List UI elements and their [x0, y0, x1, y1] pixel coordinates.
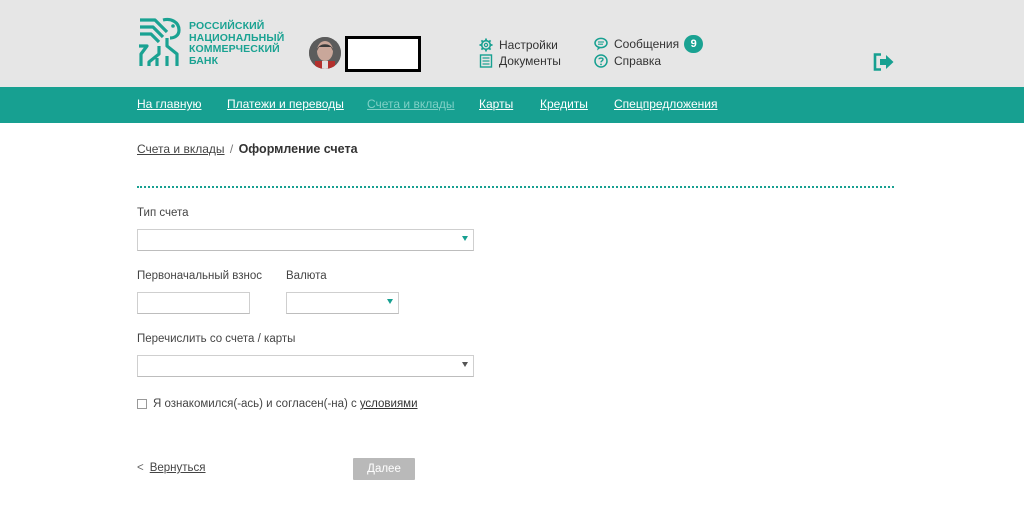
breadcrumb-separator: /: [229, 142, 234, 156]
back-link[interactable]: < Вернуться: [137, 462, 206, 474]
avatar[interactable]: [309, 37, 341, 69]
top-header: РОССИЙСКИЙ НАЦИОНАЛЬНЫЙ КОММЕРЧЕСКИЙ БАН…: [0, 0, 1024, 87]
currency-select[interactable]: [286, 292, 399, 314]
nav-item-cards[interactable]: Карты: [479, 97, 513, 111]
bank-name-line: РОССИЙСКИЙ: [189, 20, 265, 32]
chevron-down-icon: [462, 236, 468, 241]
bank-name-line: КОММЕРЧЕСКИЙ: [189, 43, 280, 55]
nav-item-home[interactable]: На главную: [137, 97, 201, 111]
page-title: Оформление счета: [238, 142, 358, 156]
document-icon: [479, 54, 493, 68]
agreement-checkbox[interactable]: [137, 399, 147, 409]
agreement-row: Я ознакомился(-ась) и согласен(-на) с ус…: [137, 398, 418, 410]
nav-item-payments[interactable]: Платежи и переводы: [227, 97, 344, 111]
chat-bubble-icon: [594, 37, 608, 51]
messages-count-badge: 9: [684, 35, 704, 53]
nav-item-special-offers[interactable]: Спецпредложения: [614, 97, 718, 111]
back-arrow-icon: <: [137, 462, 144, 474]
username-redacted: [345, 36, 421, 72]
messages-link[interactable]: Сообщения 9: [594, 35, 704, 53]
transfer-from-label: Перечислить со счета / карты: [137, 333, 296, 345]
breadcrumb: Счета и вклады / Оформление счета: [137, 142, 358, 156]
bank-name: РОССИЙСКИЙ НАЦИОНАЛЬНЫЙ КОММЕРЧЕСКИЙ БАН…: [189, 20, 284, 67]
messages-label: Сообщения: [614, 37, 680, 51]
help-label: Справка: [614, 54, 662, 68]
currency-label: Валюта: [286, 270, 327, 282]
bank-logo[interactable]: РОССИЙСКИЙ НАЦИОНАЛЬНЫЙ КОММЕРЧЕСКИЙ БАН…: [137, 16, 297, 70]
nav-item-accounts[interactable]: Счета и вклады: [367, 97, 455, 111]
agreement-text: Я ознакомился(-ась) и согласен(-на) с: [153, 398, 357, 410]
chevron-down-icon: [387, 299, 393, 304]
initial-deposit-input[interactable]: [137, 292, 250, 314]
chevron-down-icon: [462, 362, 468, 367]
account-type-select[interactable]: [137, 229, 474, 251]
settings-link[interactable]: Настройки: [479, 37, 558, 53]
documents-label: Документы: [499, 54, 561, 68]
help-icon: [594, 54, 608, 68]
nav-item-credits[interactable]: Кредиты: [540, 97, 588, 111]
main-nav: На главную Платежи и переводы Счета и вк…: [0, 87, 1024, 123]
user-photo-icon: [309, 37, 341, 69]
initial-deposit-label: Первоначальный взнос: [137, 270, 263, 282]
back-label: Вернуться: [149, 462, 206, 474]
transfer-from-select[interactable]: [137, 355, 474, 377]
terms-link[interactable]: условиями: [360, 398, 418, 410]
next-button[interactable]: Далее: [353, 458, 415, 480]
account-type-label: Тип счета: [137, 207, 189, 219]
documents-link[interactable]: Документы: [479, 53, 561, 69]
help-link[interactable]: Справка: [594, 53, 661, 69]
logout-icon[interactable]: [873, 53, 895, 71]
gear-icon: [479, 38, 493, 52]
breadcrumb-parent-link[interactable]: Счета и вклады: [137, 142, 225, 156]
settings-label: Настройки: [499, 38, 558, 52]
divider: [137, 186, 894, 188]
griffin-logo-icon: [139, 17, 181, 66]
bank-name-line: БАНК: [189, 54, 219, 67]
